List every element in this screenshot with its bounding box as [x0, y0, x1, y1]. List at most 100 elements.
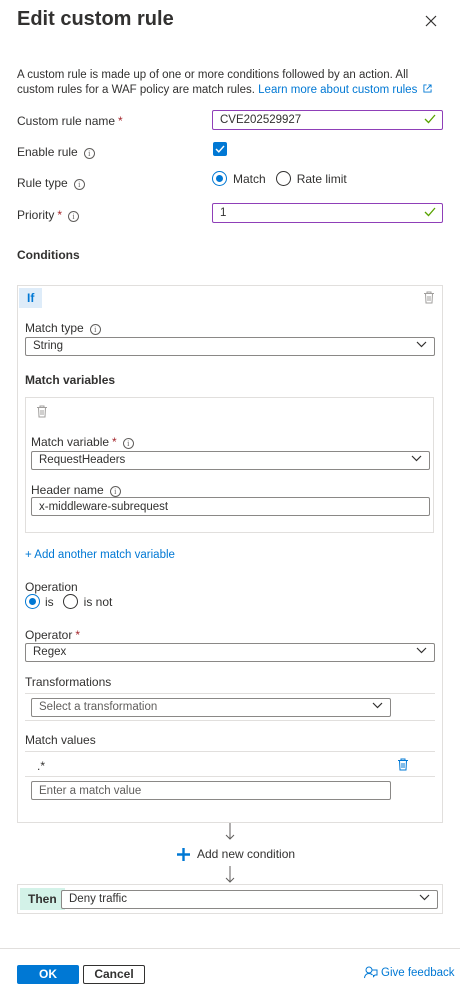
- required-marker: *: [112, 435, 117, 449]
- match-variable-value: RequestHeaders: [39, 454, 126, 466]
- custom-rule-name-value: CVE202529927: [220, 114, 302, 126]
- match-type-label: Match type i: [25, 321, 101, 335]
- connector-arrow: [225, 823, 235, 844]
- transformation-placeholder: Select a transformation: [39, 701, 158, 713]
- add-condition-button[interactable]: Add new condition: [177, 847, 295, 861]
- match-values-label: Match values: [25, 733, 96, 747]
- panel-description: A custom rule is made up of one or more …: [17, 68, 445, 98]
- rule-type-match-radio[interactable]: [212, 171, 227, 186]
- match-value-placeholder: Enter a match value: [39, 785, 142, 797]
- priority-label-text: Priority: [17, 208, 55, 222]
- valid-check-icon: [424, 114, 436, 124]
- enable-rule-label-text: Enable rule: [17, 145, 78, 159]
- info-icon[interactable]: i: [68, 211, 80, 222]
- operation-radio-group: is is not: [25, 594, 112, 609]
- info-icon[interactable]: i: [122, 438, 134, 449]
- custom-rule-name-label: Custom rule name *: [17, 114, 123, 128]
- delete-match-variable-button[interactable]: [36, 405, 48, 421]
- feedback-icon: [364, 966, 378, 979]
- required-marker: *: [57, 208, 63, 222]
- plus-icon: [177, 847, 190, 861]
- header-name-label-text: Header name: [31, 483, 104, 497]
- arrow-down-icon: [225, 823, 235, 840]
- rule-type-rate-limit-radio[interactable]: [275, 171, 291, 186]
- action-value: Deny traffic: [69, 893, 127, 905]
- enable-rule-label: Enable rule i: [17, 145, 95, 159]
- operation-is-not-label: is not: [83, 594, 113, 609]
- info-icon[interactable]: i: [89, 324, 101, 335]
- cancel-button[interactable]: Cancel: [83, 965, 145, 984]
- match-variable-dropdown[interactable]: RequestHeaders: [31, 451, 430, 470]
- transformation-dropdown[interactable]: Select a transformation: [31, 698, 391, 717]
- match-variable-label: Match variable * i: [31, 435, 134, 449]
- divider: [25, 693, 435, 694]
- rule-type-rate-limit-label: Rate limit: [296, 171, 347, 186]
- footer-divider: [0, 948, 460, 949]
- divider: [25, 720, 435, 721]
- rule-type-match-label: Match: [233, 171, 266, 186]
- learn-more-label: Learn more about custom rules: [258, 84, 418, 96]
- rule-type-radio-group: Match Rate limit: [212, 171, 347, 186]
- info-icon[interactable]: i: [109, 486, 121, 497]
- chevron-down-icon: [416, 341, 427, 348]
- delete-condition-button[interactable]: [423, 291, 435, 307]
- custom-rule-name-input[interactable]: CVE202529927: [212, 110, 443, 130]
- header-name-label: Header name i: [31, 483, 121, 497]
- transformations-label: Transformations: [25, 675, 112, 689]
- operation-is-radio[interactable]: [25, 594, 40, 609]
- chevron-down-icon: [411, 455, 422, 462]
- give-feedback-label: Give feedback: [381, 966, 455, 979]
- operation-label: Operation: [25, 580, 78, 594]
- divider: [25, 751, 435, 752]
- priority-input[interactable]: 1: [212, 203, 443, 223]
- custom-rule-name-label-text: Custom rule name: [17, 114, 116, 128]
- operator-label-text: Operator: [25, 628, 73, 642]
- if-tag: If: [19, 288, 43, 308]
- ok-button[interactable]: OK: [17, 965, 79, 984]
- required-marker: *: [75, 628, 81, 642]
- valid-check-icon: [424, 207, 436, 217]
- action-dropdown[interactable]: Deny traffic: [61, 890, 438, 909]
- operation-is-label: is: [45, 594, 54, 609]
- add-match-variable-link[interactable]: + Add another match variable: [25, 549, 175, 561]
- learn-more-link[interactable]: Learn more about custom rules: [258, 84, 432, 96]
- chevron-down-icon: [416, 647, 427, 654]
- chevron-down-icon: [372, 702, 383, 709]
- match-value-item: .*: [37, 759, 46, 773]
- operator-value: Regex: [33, 646, 67, 658]
- enable-rule-checkbox[interactable]: [213, 142, 227, 156]
- then-tag: Then: [20, 888, 65, 910]
- close-button[interactable]: [420, 10, 442, 32]
- conditions-title: Conditions: [17, 248, 80, 262]
- match-variables-title: Match variables: [25, 373, 116, 387]
- required-marker: *: [118, 114, 123, 128]
- header-name-input[interactable]: x-middleware-subrequest: [31, 497, 430, 516]
- external-link-icon: [422, 84, 432, 93]
- priority-label: Priority * i: [17, 208, 80, 222]
- checkmark-icon: [215, 145, 225, 153]
- match-variable-label-text: Match variable: [31, 435, 110, 449]
- divider: [25, 776, 435, 777]
- match-value-input[interactable]: Enter a match value: [31, 781, 391, 800]
- give-feedback-link[interactable]: Give feedback: [364, 966, 455, 979]
- trash-icon: [37, 405, 47, 418]
- priority-value: 1: [220, 207, 227, 219]
- header-name-value: x-middleware-subrequest: [39, 501, 169, 513]
- close-icon: [425, 15, 437, 27]
- match-type-value: String: [33, 340, 64, 352]
- rule-type-label: Rule type i: [17, 176, 85, 190]
- operator-label: Operator *: [25, 628, 80, 642]
- trash-icon: [398, 758, 408, 771]
- chevron-down-icon: [419, 894, 430, 901]
- operator-dropdown[interactable]: Regex: [25, 643, 435, 662]
- add-condition-label: Add new condition: [197, 847, 296, 861]
- match-type-label-text: Match type: [25, 321, 84, 335]
- operation-is-not-radio[interactable]: [62, 594, 78, 609]
- trash-icon: [424, 291, 434, 304]
- panel-title: Edit custom rule: [17, 8, 174, 30]
- info-icon[interactable]: i: [73, 179, 85, 190]
- delete-match-value-button[interactable]: [397, 758, 409, 774]
- arrow-down-icon: [225, 866, 235, 883]
- match-type-dropdown[interactable]: String: [25, 337, 435, 356]
- info-icon[interactable]: i: [83, 148, 95, 159]
